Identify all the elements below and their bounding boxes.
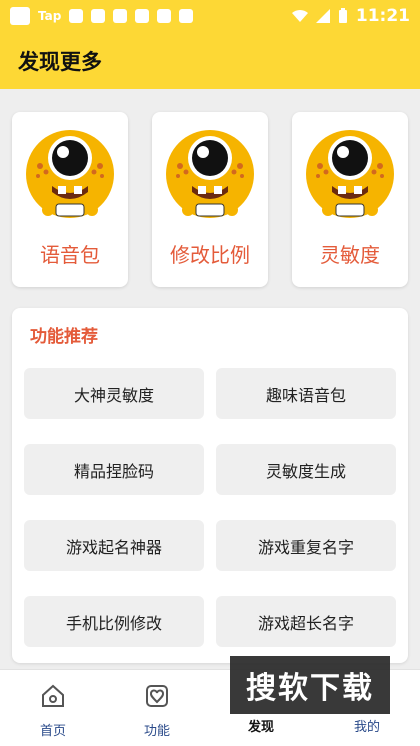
card-voice-pack[interactable]: 语音包	[12, 112, 128, 287]
feature-button[interactable]: 游戏重复名字	[216, 520, 396, 571]
feature-panel: 功能推荐 大神灵敏度 趣味语音包 精品捏脸码 灵敏度生成 游戏起名神器 游戏重复…	[12, 308, 408, 663]
bolt-icon	[69, 9, 84, 23]
card-label: 语音包	[40, 243, 100, 267]
signal-icon	[315, 9, 330, 23]
feature-button[interactable]: 灵敏度生成	[216, 444, 396, 495]
nav-label: 发现	[247, 720, 274, 735]
feature-button[interactable]: 精品捏脸码	[24, 444, 204, 495]
top-cards: 语音包 修改比例 灵敏度	[12, 112, 408, 287]
notification-icon	[135, 9, 150, 23]
notification-icon	[113, 9, 128, 23]
mascot-icon	[306, 130, 394, 218]
nav-label: 我的	[353, 720, 380, 735]
mascot-icon	[26, 130, 114, 218]
feature-button[interactable]: 游戏超长名字	[216, 596, 396, 647]
heart-box-icon	[146, 685, 168, 707]
card-label: 修改比例	[170, 243, 250, 267]
notification-icon	[91, 9, 106, 23]
home-icon	[42, 684, 64, 707]
battery-icon	[338, 8, 347, 23]
page-title: 发现更多	[18, 50, 102, 74]
card-sensitivity[interactable]: 灵敏度	[292, 112, 408, 287]
feature-button[interactable]: 手机比例修改	[24, 596, 204, 647]
nav-home[interactable]: 首页	[18, 682, 88, 739]
feature-button[interactable]: 趣味语音包	[216, 368, 396, 419]
clock: 11:21	[355, 6, 410, 26]
panel-title: 功能推荐	[30, 327, 98, 347]
wifi-icon	[291, 9, 308, 22]
feature-button[interactable]: 游戏起名神器	[24, 520, 204, 571]
notification-icon	[157, 9, 172, 23]
card-modify-ratio[interactable]: 修改比例	[152, 112, 268, 287]
feature-button[interactable]: 大神灵敏度	[24, 368, 204, 419]
status-bar: Tap 11:21	[0, 0, 420, 32]
notification-icon	[179, 9, 194, 23]
nav-label: 功能	[143, 724, 170, 739]
image-icon	[10, 7, 30, 25]
app-tag: Tap	[38, 9, 62, 23]
nav-features[interactable]: 功能	[122, 682, 192, 739]
card-label: 灵敏度	[320, 243, 380, 267]
nav-label: 首页	[39, 724, 66, 739]
watermark-overlay: 搜软下载	[230, 656, 390, 714]
mascot-icon	[166, 130, 254, 218]
